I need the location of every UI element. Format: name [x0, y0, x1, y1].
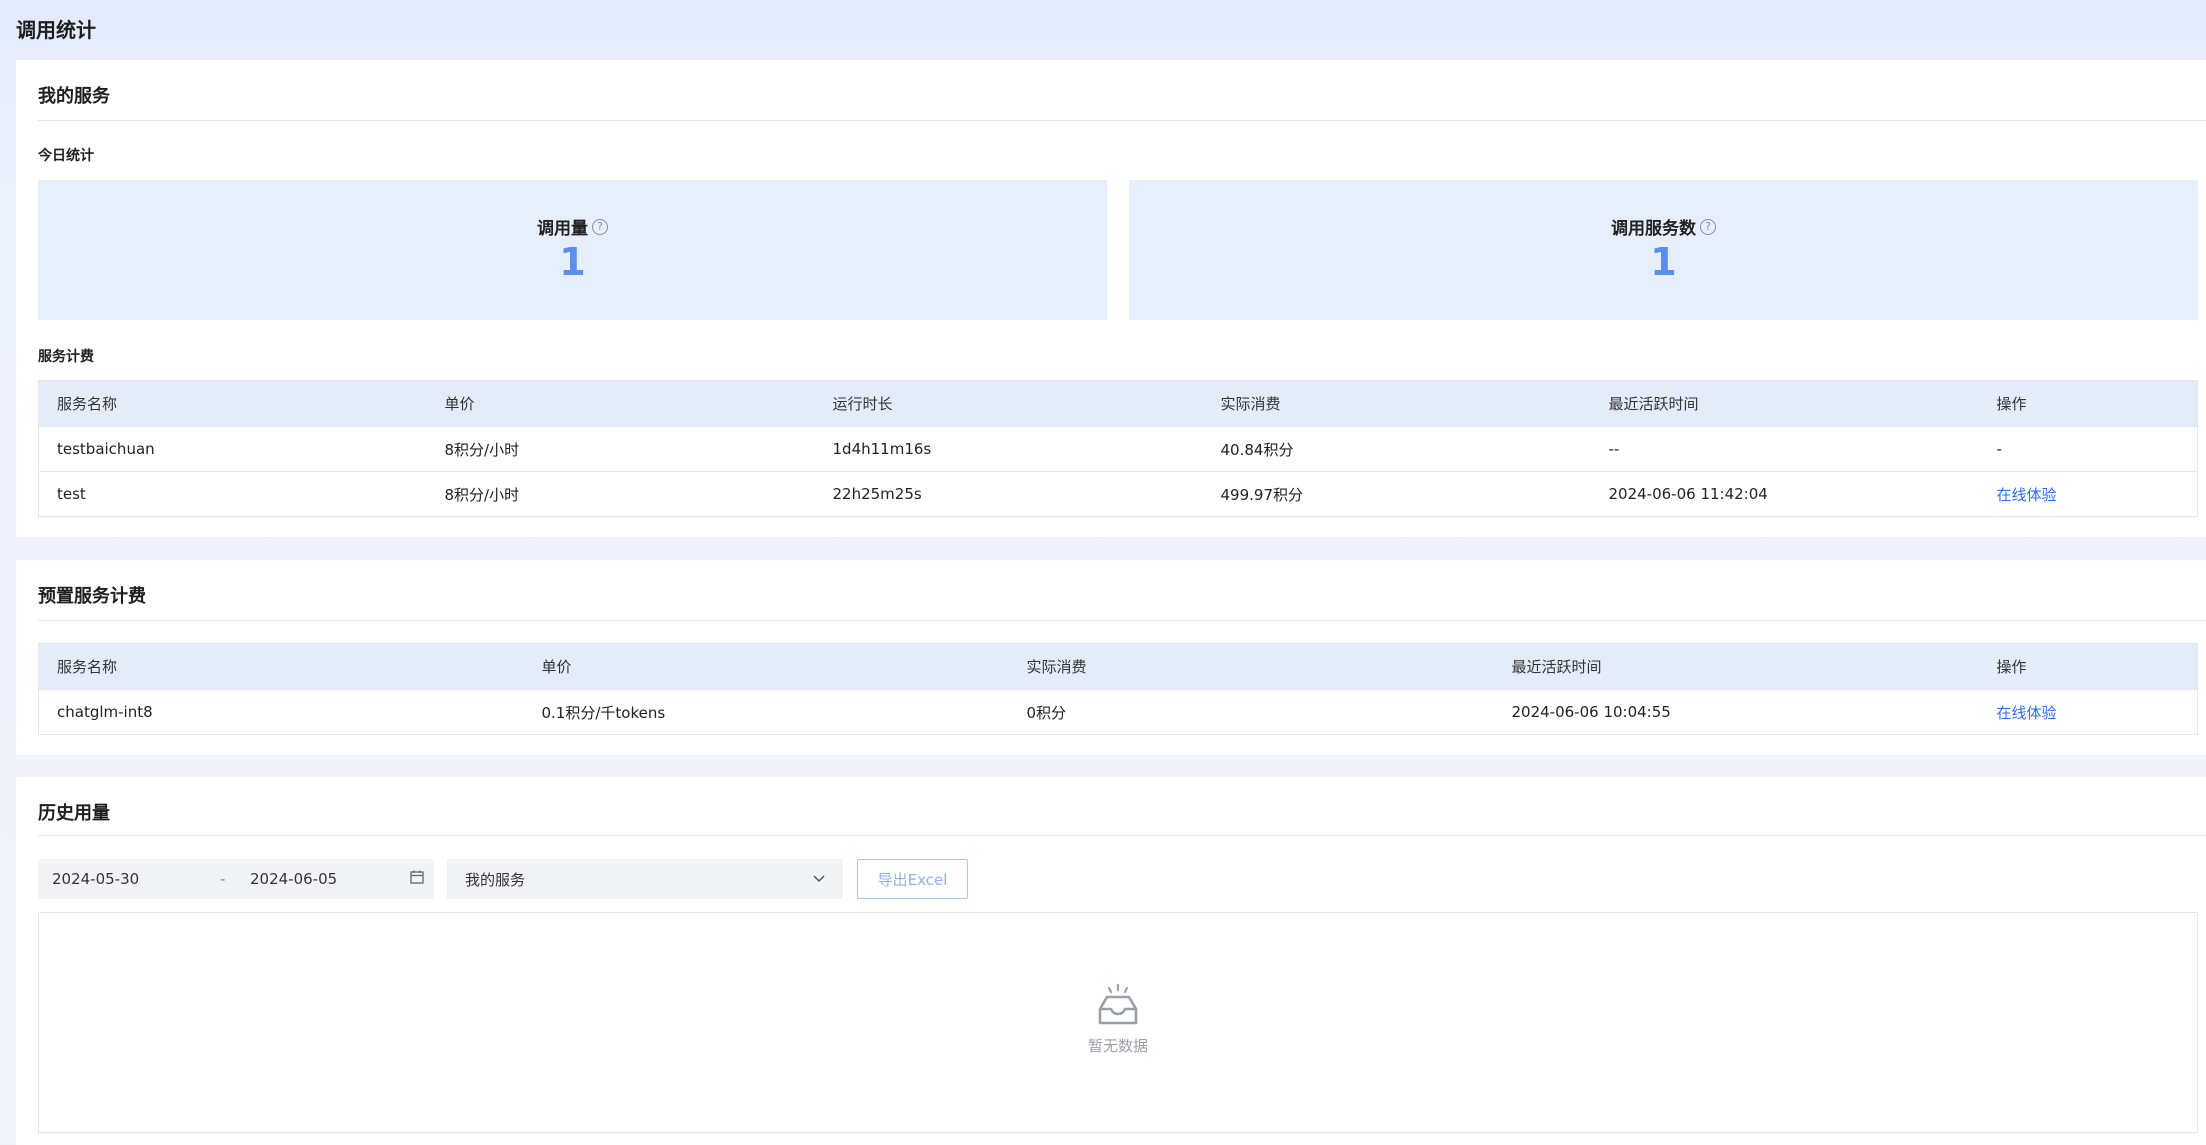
date-range-picker[interactable]: 2024-05-30 - 2024-06-05	[38, 859, 434, 899]
table-cell: -	[1978, 426, 2198, 472]
billing-title: 服务计费	[38, 349, 94, 365]
column-header: 操作	[1978, 643, 2198, 690]
services-stat-label: 调用服务数	[1611, 219, 1696, 239]
end-date-input[interactable]: 2024-06-05	[250, 870, 410, 888]
my-services-title: 我的服务	[38, 86, 110, 107]
help-icon[interactable]: ?	[592, 218, 608, 235]
services-stat-label-row: 调用服务数 ?	[1129, 214, 2198, 239]
calls-stat-card: 调用量 ? 1	[38, 180, 1107, 320]
column-header: 单价	[523, 643, 1009, 690]
table-header-row: 服务名称 单价 实际消费 最近活跃时间 操作	[38, 643, 2198, 690]
table-cell: 0积分	[1008, 689, 1494, 735]
table-cell: 8积分/小时	[426, 426, 815, 472]
table-cell: chatglm-int8	[38, 689, 524, 735]
column-header: 实际消费	[1008, 643, 1494, 690]
table-cell: 在线体验	[1978, 471, 2198, 517]
history-title: 历史用量	[38, 803, 110, 824]
table-row: test 8积分/小时 22h25m25s 499.97积分 2024-06-0…	[38, 471, 2198, 517]
billing-table: 服务名称 单价 运行时长 实际消费 最近活跃时间 操作 testbaichuan…	[38, 380, 2198, 517]
empty-inbox-icon	[1094, 983, 1142, 1031]
divider	[38, 835, 2206, 836]
service-select-value: 我的服务	[465, 870, 526, 889]
table-cell: 2024-06-06 11:42:04	[1590, 471, 1979, 517]
preset-billing-card: 预置服务计费 服务名称 单价 实际消费 最近活跃时间 操作 chatglm-in…	[16, 560, 2206, 755]
date-separator: -	[220, 870, 226, 888]
chevron-down-icon	[813, 872, 825, 887]
try-online-link[interactable]: 在线体验	[1997, 704, 2057, 722]
page-title: 调用统计	[16, 18, 96, 42]
table-cell: 1d4h11m16s	[814, 426, 1203, 472]
divider	[38, 120, 2206, 121]
column-header: 运行时长	[814, 380, 1203, 427]
history-result-area: 暂无数据	[38, 912, 2198, 1133]
table-row: chatglm-int8 0.1积分/千tokens 0积分 2024-06-0…	[38, 689, 2198, 735]
column-header: 服务名称	[38, 380, 427, 427]
export-excel-button[interactable]: 导出Excel	[857, 859, 968, 899]
table-header-row: 服务名称 单价 运行时长 实际消费 最近活跃时间 操作	[38, 380, 2198, 427]
column-header: 最近活跃时间	[1590, 380, 1979, 427]
table-cell: testbaichuan	[38, 426, 427, 472]
column-header: 最近活跃时间	[1493, 643, 1979, 690]
column-header: 单价	[426, 380, 815, 427]
calls-stat-label-row: 调用量 ?	[38, 214, 1107, 239]
try-online-link[interactable]: 在线体验	[1997, 486, 2057, 504]
table-cell: 0.1积分/千tokens	[523, 689, 1009, 735]
calendar-icon[interactable]	[410, 870, 424, 888]
table-cell: --	[1590, 426, 1979, 472]
table-cell: 2024-06-06 10:04:55	[1493, 689, 1979, 735]
table-cell: 499.97积分	[1202, 471, 1591, 517]
start-date-input[interactable]: 2024-05-30	[52, 870, 220, 888]
table-cell: 22h25m25s	[814, 471, 1203, 517]
calls-stat-value: 1	[559, 240, 586, 284]
table-cell: 在线体验	[1978, 689, 2198, 735]
column-header: 实际消费	[1202, 380, 1591, 427]
preset-billing-table: 服务名称 单价 实际消费 最近活跃时间 操作 chatglm-int8 0.1积…	[38, 643, 2198, 735]
services-stat-value: 1	[1650, 240, 1677, 284]
column-header: 操作	[1978, 380, 2198, 427]
history-card: 历史用量 2024-05-30 - 2024-06-05 我的服务 导出Exce…	[16, 777, 2206, 1145]
empty-text: 暂无数据	[1087, 1037, 1148, 1055]
empty-state: 暂无数据	[39, 983, 2197, 1056]
today-stats-title: 今日统计	[38, 148, 94, 164]
table-row: testbaichuan 8积分/小时 1d4h11m16s 40.84积分 -…	[38, 426, 2198, 472]
services-stat-card: 调用服务数 ? 1	[1129, 180, 2198, 320]
service-select[interactable]: 我的服务	[447, 859, 843, 899]
help-icon[interactable]: ?	[1700, 218, 1716, 235]
my-services-card: 我的服务 今日统计 调用量 ? 1 调用服务数 ? 1 服务计费 服务名称 单价…	[16, 60, 2206, 537]
divider	[38, 620, 2206, 621]
column-header: 服务名称	[38, 643, 524, 690]
preset-billing-title: 预置服务计费	[38, 586, 146, 607]
table-cell: 40.84积分	[1202, 426, 1591, 472]
table-cell: 8积分/小时	[426, 471, 815, 517]
table-cell: test	[38, 471, 427, 517]
calls-stat-label: 调用量	[537, 219, 588, 239]
